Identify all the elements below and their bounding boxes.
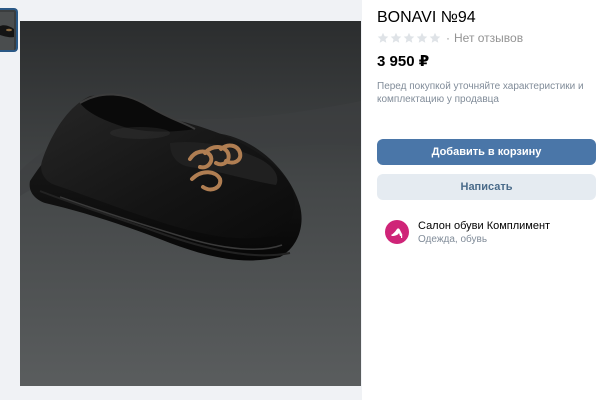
high-heel-icon [391, 228, 403, 238]
star-icon [403, 32, 415, 43]
star-icon [416, 32, 428, 43]
product-price: 3 950 ₽ [377, 53, 430, 70]
message-seller-label: Написать [460, 181, 513, 193]
photo-thumbnail[interactable] [0, 8, 18, 52]
message-seller-button[interactable]: Написать [377, 174, 596, 200]
seller-card[interactable]: Салон обуви Комплимент Одежда, обувь [385, 217, 550, 247]
product-info: BONAVI №94 · Нет отзывов 3 950 ₽ Перед п… [377, 0, 600, 400]
seller-avatar[interactable] [385, 220, 409, 244]
star-icon [377, 32, 389, 43]
reviews-count[interactable]: Нет отзывов [454, 31, 523, 45]
rating-row[interactable]: · Нет отзывов [377, 30, 523, 46]
add-to-cart-label: Добавить в корзину [431, 146, 542, 158]
rating-separator: · [446, 31, 450, 45]
thumbnail-image [0, 12, 14, 50]
product-title: BONAVI №94 [377, 9, 476, 26]
star-icon [429, 32, 441, 43]
add-to-cart-button[interactable]: Добавить в корзину [377, 139, 596, 165]
seller-name[interactable]: Салон обуви Комплимент [418, 219, 550, 233]
loafer-image [20, 21, 361, 386]
rating-stars [377, 32, 441, 44]
purchase-note: Перед покупкой уточняйте характеристики … [377, 81, 584, 105]
seller-category: Одежда, обувь [418, 233, 488, 245]
product-photo[interactable] [20, 21, 361, 386]
star-icon [390, 32, 402, 43]
